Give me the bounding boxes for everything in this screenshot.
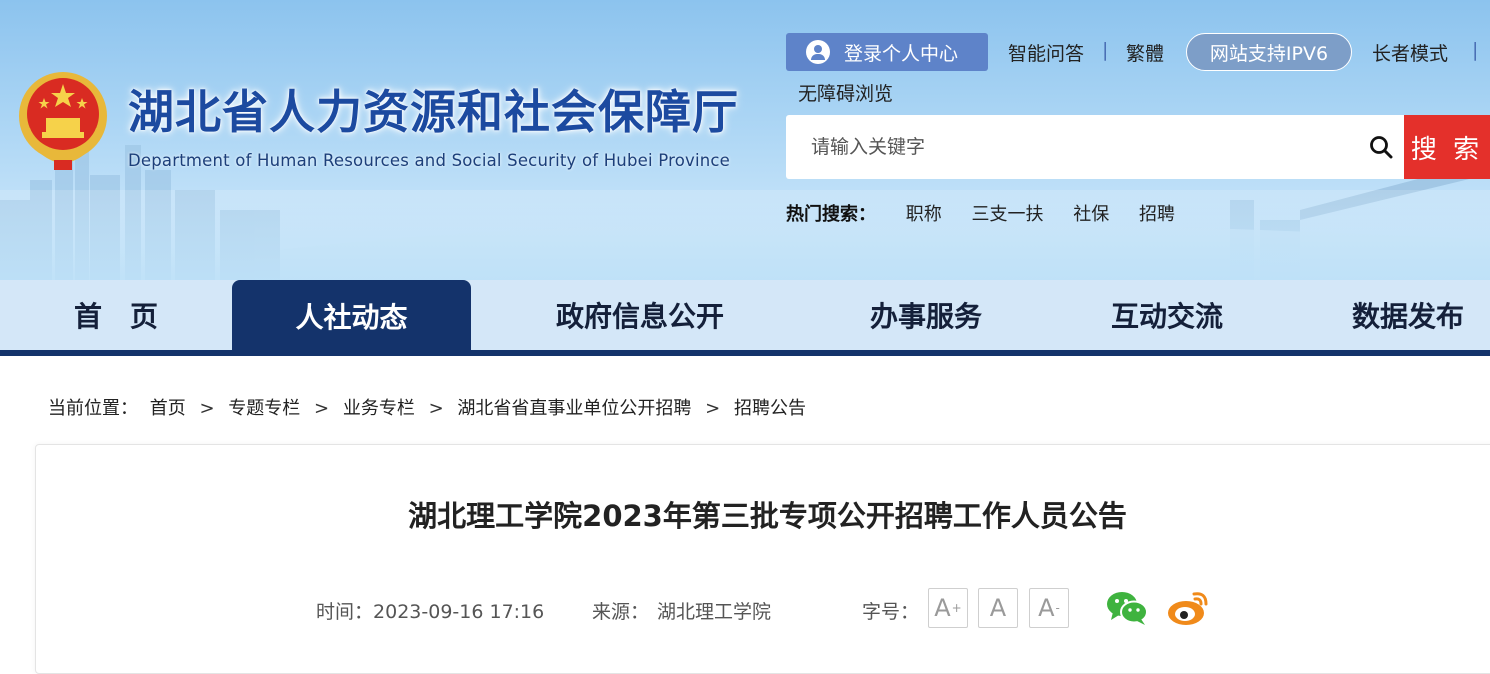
accessibility-link[interactable]: 无障碍浏览 [798,79,893,106]
nav-services[interactable]: 办事服务 [806,280,1046,350]
ipv6-badge[interactable]: 网站支持IPV6 [1186,33,1352,71]
breadcrumb-item[interactable]: 首页 [150,398,186,419]
article-source: 来源： 湖北理工学院 [592,597,771,624]
article-title: 湖北理工学院2023年第三批专项公开招聘工作人员公告 [408,499,1127,533]
login-button[interactable]: 登录个人中心 [786,33,988,71]
breadcrumb-item[interactable]: 湖北省省直事业单位公开招聘 [457,398,691,419]
nav-underline [0,350,1490,356]
font-button-letter: A [1038,594,1055,622]
font-increase-button[interactable]: A + [928,588,968,628]
hot-search-item[interactable]: 招聘 [1139,204,1175,225]
elder-mode-link[interactable]: 长者模式 [1372,39,1448,66]
weibo-share-icon[interactable] [1166,590,1210,626]
breadcrumb-item[interactable]: 业务专栏 [343,398,415,419]
source-value: 湖北理工学院 [657,601,772,623]
site-subtitle: Department of Human Resources and Social… [128,151,731,170]
article-card [35,444,1490,674]
search-icon[interactable] [1369,135,1393,159]
search-box [786,115,1406,179]
top-links: 登录个人中心 智能问答 | 繁體 网站支持IPV6 长者模式 | [786,33,1490,73]
nav-home[interactable]: 首 页 [0,280,232,350]
traditional-chinese-link[interactable]: 繁體 [1126,39,1164,66]
nav-interaction[interactable]: 互动交流 [1047,280,1287,350]
nav-data-release[interactable]: 数据发布 [1288,280,1490,350]
breadcrumb: 当前位置： 首页 > 专题专栏 > 业务专栏 > 湖北省省直事业单位公开招聘 >… [48,394,806,420]
river-background [0,190,1490,280]
font-size-label: 字号： [862,601,920,623]
national-emblem-icon [19,72,107,170]
separator: | [1102,39,1109,61]
search-button[interactable]: 搜 索 [1404,115,1490,179]
breadcrumb-separator: > [199,398,215,419]
search-input[interactable] [786,115,1346,179]
user-icon [806,40,830,64]
breadcrumb-item[interactable]: 专题专栏 [228,398,300,419]
hot-search-label: 热门搜索： [786,204,876,225]
smart-qa-link[interactable]: 智能问答 [1008,39,1084,66]
source-label: 来源： [592,601,650,623]
font-button-mark: - [1055,601,1060,615]
hot-search: 热门搜索： 职称 三支一扶 社保 招聘 [786,200,1175,226]
site-title: 湖北省人力资源和社会保障厅 [128,85,739,139]
publish-time: 时间：2023-09-16 17:16 [316,597,544,624]
hot-search-item[interactable]: 社保 [1073,204,1109,225]
wechat-share-icon[interactable] [1105,590,1149,626]
font-decrease-button[interactable]: A- [1029,588,1069,628]
login-label: 登录个人中心 [844,42,959,65]
separator: | [1472,39,1479,61]
breadcrumb-separator: > [314,398,330,419]
time-label: 时间： [316,601,374,623]
breadcrumb-separator: > [428,398,444,419]
main-nav: 首 页 人社动态 政府信息公开 办事服务 互动交流 数据发布 [0,280,1490,352]
font-button-mark: + [951,601,962,615]
nav-gov-info[interactable]: 政府信息公开 [520,280,760,350]
hot-search-item[interactable]: 职称 [906,204,942,225]
nav-hrss-news[interactable]: 人社动态 [232,280,471,352]
breadcrumb-label: 当前位置： [48,398,138,419]
breadcrumb-item[interactable]: 招聘公告 [734,398,806,419]
font-default-button[interactable]: A [978,588,1018,628]
font-button-letter: A [989,594,1007,622]
hot-search-item[interactable]: 三支一扶 [971,204,1043,225]
time-value: 2023-09-16 17:16 [373,601,545,623]
font-button-letter: A [934,594,951,622]
breadcrumb-separator: > [705,398,721,419]
